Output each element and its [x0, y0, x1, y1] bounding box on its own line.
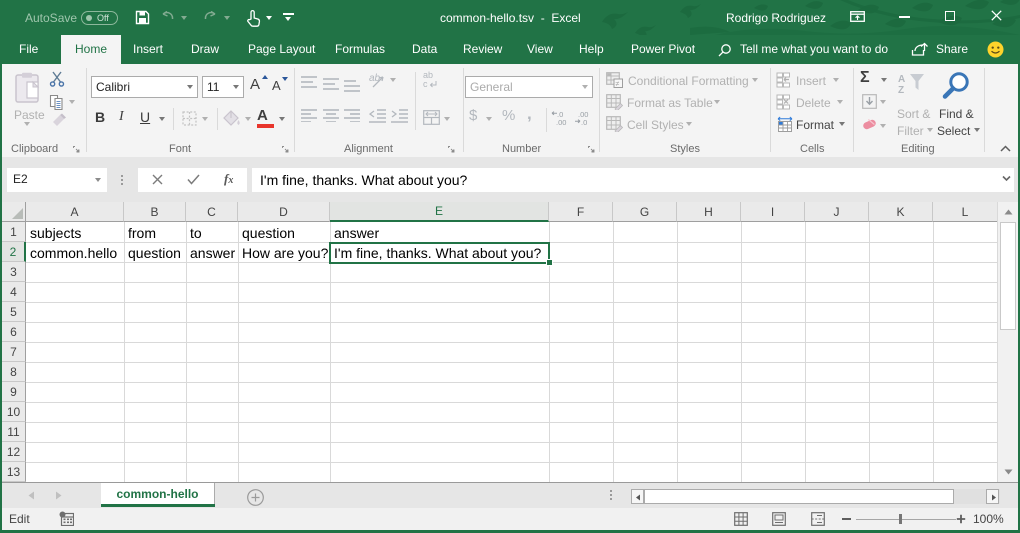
svg-text:ab: ab: [369, 73, 381, 84]
svg-text:≠: ≠: [616, 81, 620, 88]
svg-text:Z: Z: [898, 85, 904, 94]
svg-text:c: c: [423, 79, 428, 89]
svg-text:.00: .00: [556, 118, 566, 126]
svg-text:.0: .0: [581, 118, 587, 126]
svg-text:A: A: [898, 74, 905, 85]
